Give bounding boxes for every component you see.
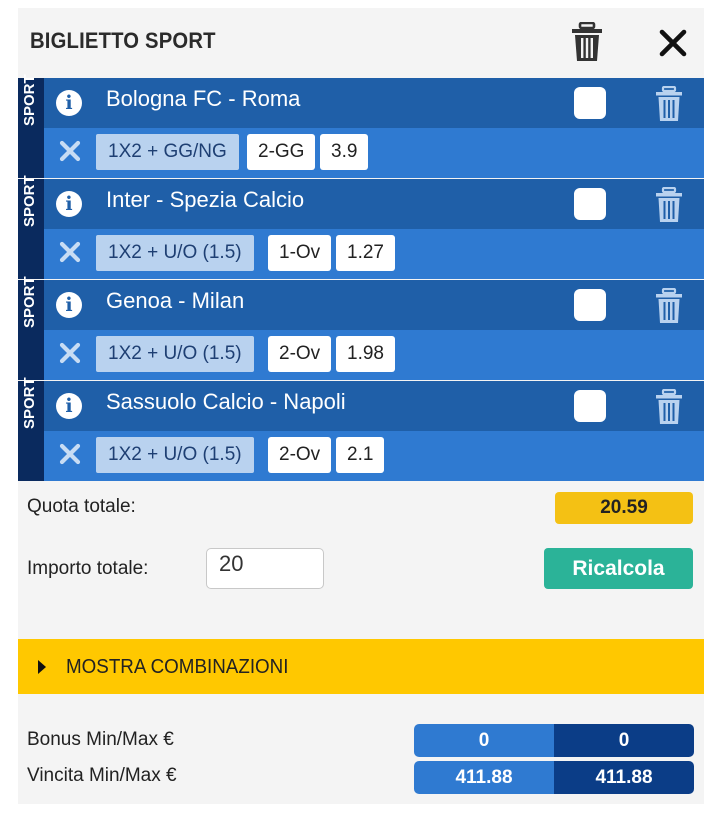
close-icon[interactable] <box>658 28 688 58</box>
ticket-row: SPORT i Sassuolo Calcio - Napoli 1X2 + U… <box>18 377 704 481</box>
caret-right-icon <box>38 660 46 674</box>
ticket-match-row: i Sassuolo Calcio - Napoli <box>44 381 704 431</box>
remove-selection-x-icon[interactable] <box>58 240 82 264</box>
quota-totale-value: 20.59 <box>555 492 693 524</box>
pick-label: 1-Ov <box>268 235 332 271</box>
vincita-label: Vincita Min/Max € <box>27 765 177 786</box>
info-icon[interactable]: i <box>56 393 82 419</box>
remove-selection-x-icon[interactable] <box>58 341 82 365</box>
odds-value: 2.1 <box>336 437 385 473</box>
ticket-row: SPORT i Genoa - Milan 1X2 + U/O (1.5) 2-… <box>18 276 704 380</box>
odds-value: 1.98 <box>336 336 395 372</box>
odds-value: 1.27 <box>336 235 395 271</box>
ticket-match-row: i Inter - Spezia Calcio <box>44 179 704 229</box>
clear-all-trash-icon[interactable] <box>570 22 604 62</box>
match-name: Bologna FC - Roma <box>106 86 301 111</box>
match-name: Sassuolo Calcio - Napoli <box>106 389 346 414</box>
ticket-checkbox[interactable] <box>574 289 606 321</box>
ticket-selection-row: 1X2 + U/O (1.5) 2-Ov 1.98 <box>44 330 704 380</box>
odds-value: 3.9 <box>320 134 369 170</box>
bonus-min-value: 0 <box>414 724 554 757</box>
info-icon[interactable]: i <box>56 191 82 217</box>
ticket-checkbox[interactable] <box>574 87 606 119</box>
trash-icon[interactable] <box>654 389 684 425</box>
bonus-label: Bonus Min/Max € <box>27 729 174 750</box>
bet-slip-panel: BIGLIETTO SPORT SPORT i Bologna FC - Rom… <box>18 8 704 804</box>
sport-side-strip: SPORT <box>18 276 44 380</box>
match-name: Inter - Spezia Calcio <box>106 187 305 212</box>
market-label: 1X2 + U/O (1.5) <box>96 336 254 372</box>
mostra-combinazioni-toggle[interactable]: MOSTRA COMBINAZIONI <box>18 639 704 694</box>
market-label: 1X2 + U/O (1.5) <box>96 235 254 271</box>
trash-icon[interactable] <box>654 86 684 122</box>
ticket-row: SPORT i Inter - Spezia Calcio 1X2 + U/O … <box>18 175 704 279</box>
ticket-checkbox[interactable] <box>574 188 606 220</box>
ricalcola-button[interactable]: Ricalcola <box>544 548 693 589</box>
trash-icon[interactable] <box>654 187 684 223</box>
trash-icon[interactable] <box>654 288 684 324</box>
ticket-row: SPORT i Bologna FC - Roma 1X2 + GG/NG 2-… <box>18 74 704 178</box>
remove-selection-x-icon[interactable] <box>58 139 82 163</box>
side-label: SPORT <box>21 74 38 126</box>
vincita-max-value: 411.88 <box>554 761 694 794</box>
sport-side-strip: SPORT <box>18 377 44 481</box>
vincita-min-value: 411.88 <box>414 761 554 794</box>
ticket-checkbox[interactable] <box>574 390 606 422</box>
ticket-match-row: i Bologna FC - Roma <box>44 78 704 128</box>
ticket-selection-row: 1X2 + GG/NG 2-GG 3.9 <box>44 128 704 178</box>
pick-label: 2-GG <box>247 134 316 170</box>
bonus-max-value: 0 <box>554 724 694 757</box>
ticket-selection-row: 1X2 + U/O (1.5) 2-Ov 2.1 <box>44 431 704 481</box>
importo-totale-label: Importo totale: <box>27 558 149 579</box>
side-label: SPORT <box>21 175 38 227</box>
pick-label: 2-Ov <box>268 336 332 372</box>
quota-totale-label: Quota totale: <box>27 496 136 517</box>
market-label: 1X2 + GG/NG <box>96 134 239 170</box>
market-label: 1X2 + U/O (1.5) <box>96 437 254 473</box>
side-label: SPORT <box>21 276 38 328</box>
remove-selection-x-icon[interactable] <box>58 442 82 466</box>
match-name: Genoa - Milan <box>106 288 245 313</box>
sport-side-strip: SPORT <box>18 175 44 279</box>
info-icon[interactable]: i <box>56 90 82 116</box>
importo-totale-input[interactable] <box>206 548 324 589</box>
ticket-match-row: i Genoa - Milan <box>44 280 704 330</box>
slip-title: BIGLIETTO SPORT <box>30 28 216 53</box>
sport-side-strip: SPORT <box>18 74 44 178</box>
pick-label: 2-Ov <box>268 437 332 473</box>
slip-header: BIGLIETTO SPORT <box>18 8 704 76</box>
mostra-combinazioni-label: MOSTRA COMBINAZIONI <box>66 656 289 678</box>
side-label: SPORT <box>21 377 38 429</box>
info-icon[interactable]: i <box>56 292 82 318</box>
ticket-selection-row: 1X2 + U/O (1.5) 1-Ov 1.27 <box>44 229 704 279</box>
